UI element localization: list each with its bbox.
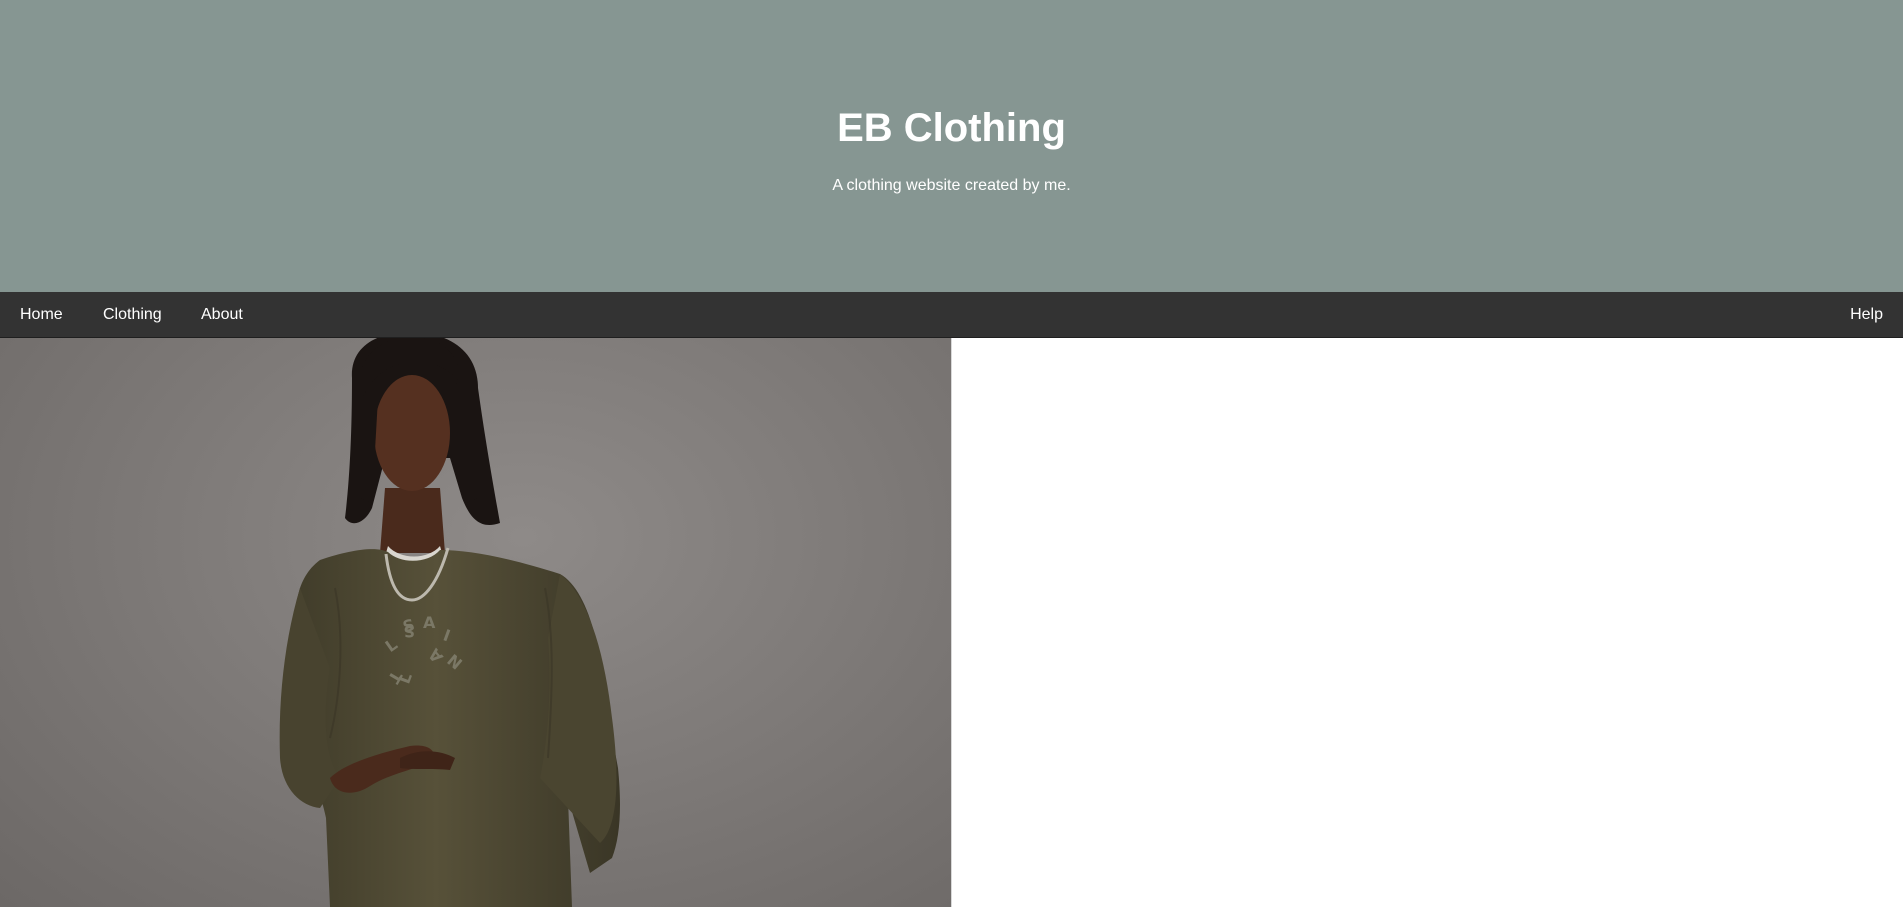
svg-text:S: S	[403, 622, 415, 641]
site-header: EB Clothing A clothing website created b…	[0, 0, 1903, 292]
site-title: EB Clothing	[837, 106, 1066, 150]
main-content: L S A I N L A S T	[0, 338, 1903, 907]
svg-text:A: A	[423, 613, 436, 632]
nav-home-link[interactable]: Home	[0, 292, 83, 337]
nav-clothing-link[interactable]: Clothing	[83, 292, 182, 337]
model-illustration: L S A I N L A S T	[279, 338, 620, 907]
top-navbar: Home Clothing About Help	[0, 292, 1903, 338]
right-content-panel	[952, 338, 1903, 907]
site-subtitle: A clothing website created by me.	[832, 177, 1071, 194]
nav-help-link[interactable]: Help	[1830, 292, 1903, 337]
hero-photo: L S A I N L A S T	[0, 338, 952, 907]
page: EB Clothing A clothing website created b…	[0, 0, 1903, 907]
nav-about-link[interactable]: About	[181, 292, 263, 337]
